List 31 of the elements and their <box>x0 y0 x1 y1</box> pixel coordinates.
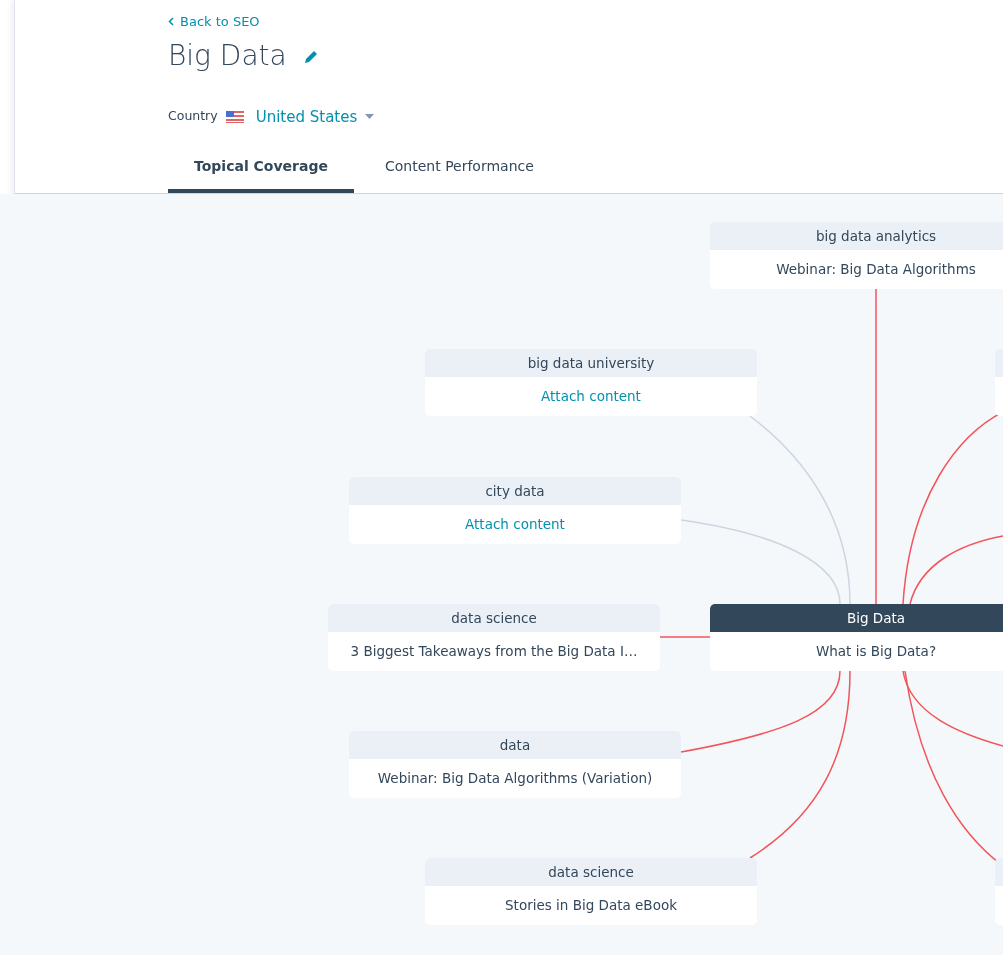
attach-content-link[interactable]: Attach content <box>541 386 641 407</box>
pencil-icon[interactable] <box>302 48 319 65</box>
connector-line <box>659 636 711 638</box>
topic-card[interactable]: Big Data What is Big Data? <box>710 604 1003 671</box>
topic-card[interactable]: city data Attach content <box>349 477 681 544</box>
topic-card[interactable]: data science 3 Biggest Takeaways from the Big Data I… <box>328 604 660 671</box>
topic-card[interactable]: data science Stories in Big Data eBook <box>425 858 757 925</box>
content-title: Stories in Big Data eBook <box>505 896 677 916</box>
page-title: Big Data <box>168 37 287 74</box>
country-label: Country <box>168 107 218 126</box>
content-title: Webinar: Big Data Algorithms (Variation) <box>377 769 653 789</box>
content-title: Webinar: Big Data Algorithms <box>776 260 976 280</box>
flag-icon <box>225 110 244 123</box>
topic-card[interactable]: data Webinar: Big Data Algorithms (Variation) <box>349 731 681 798</box>
topic-label: big data university <box>527 353 655 373</box>
topic-label: city data <box>485 481 545 501</box>
country-dropdown[interactable]: United States <box>255 105 375 128</box>
topic-label: big data analytics <box>815 226 937 246</box>
content-title: What is Big Data? <box>815 642 937 662</box>
tab[interactable]: Content Performance <box>385 156 534 193</box>
content-title: 3 Biggest Takeaways from the Big Data I… <box>350 642 638 662</box>
topic-card[interactable]: big data university Attach content <box>425 349 757 416</box>
topic-label: data <box>499 735 531 755</box>
topic-label: Big Data <box>846 608 906 628</box>
attach-content-link[interactable]: Attach content <box>465 514 565 535</box>
caret-icon <box>365 114 375 120</box>
topic-label: data science <box>548 862 634 882</box>
chevron-left-icon <box>168 17 174 27</box>
topic-label: data science <box>451 608 537 628</box>
topic-card[interactable]: big data analytics Webinar: Big Data Algorithms <box>710 222 1003 289</box>
back-link[interactable]: Back to SEO <box>168 12 260 32</box>
